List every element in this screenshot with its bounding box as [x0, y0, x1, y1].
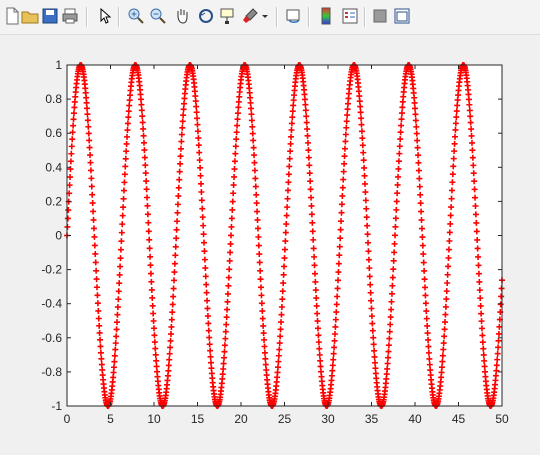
plot-svg[interactable]: 0 5 10 15 20 25 30 35 40 45 50 1 0.8 0.6 0.4 0.2 0 -0.2 -… [0, 35, 540, 450]
data-cursor-icon[interactable] [218, 6, 238, 26]
x-tick-label: 10 [147, 412, 161, 426]
save-icon[interactable] [40, 6, 60, 26]
chevron-down-icon[interactable] [260, 6, 270, 26]
hide-plot-tools-icon[interactable] [370, 6, 390, 26]
figure-toolbar [0, 0, 540, 35]
toolbar-separator [364, 7, 366, 27]
y-tick-label: -1 [51, 399, 62, 413]
x-tick-label: 15 [191, 412, 205, 426]
toolbar-separator [86, 7, 88, 27]
y-tick-label: 0.6 [45, 126, 62, 140]
toolbar-separator [276, 7, 278, 27]
y-tick-label: 0.8 [45, 92, 62, 106]
figure-canvas: 0 5 10 15 20 25 30 35 40 45 50 1 0.8 0.6 0.4 0.2 0 -0.2 -… [0, 35, 540, 450]
y-tick-label: 0 [55, 229, 62, 243]
zoom-in-icon[interactable] [126, 6, 146, 26]
y-tick-label: -0.6 [41, 331, 62, 345]
rotate-3d-icon[interactable] [196, 6, 216, 26]
toolbar-separator [118, 7, 120, 27]
y-tick-label: 0.2 [45, 194, 62, 208]
x-tick-label: 20 [234, 412, 248, 426]
open-file-icon[interactable] [20, 6, 40, 26]
y-tick-label: 1 [55, 58, 62, 72]
x-tick-label: 30 [321, 412, 335, 426]
toolbar-separator [308, 7, 310, 27]
edit-plot-icon[interactable] [94, 6, 114, 26]
x-tick-label: 40 [408, 412, 422, 426]
pan-icon[interactable] [172, 6, 192, 26]
insert-colorbar-icon[interactable] [316, 6, 336, 26]
y-tick-label: 0.4 [45, 160, 62, 174]
x-tick-label: 45 [452, 412, 466, 426]
zoom-out-icon[interactable] [148, 6, 168, 26]
y-tick-label: -0.8 [41, 365, 62, 379]
show-plot-tools-icon[interactable] [392, 6, 412, 26]
insert-legend-icon[interactable] [340, 6, 360, 26]
x-tick-label: 5 [107, 412, 114, 426]
y-tick-label: -0.2 [41, 263, 62, 277]
brush-icon[interactable] [240, 6, 260, 26]
link-plot-icon[interactable] [284, 6, 304, 26]
y-tick-label: -0.4 [41, 297, 62, 311]
x-tick-label: 25 [278, 412, 292, 426]
axes-background [67, 65, 502, 406]
new-figure-icon[interactable] [2, 6, 22, 26]
x-tick-label: 35 [365, 412, 379, 426]
x-tick-label: 0 [64, 412, 71, 426]
x-tick-label: 50 [495, 412, 509, 426]
print-icon[interactable] [60, 6, 80, 26]
